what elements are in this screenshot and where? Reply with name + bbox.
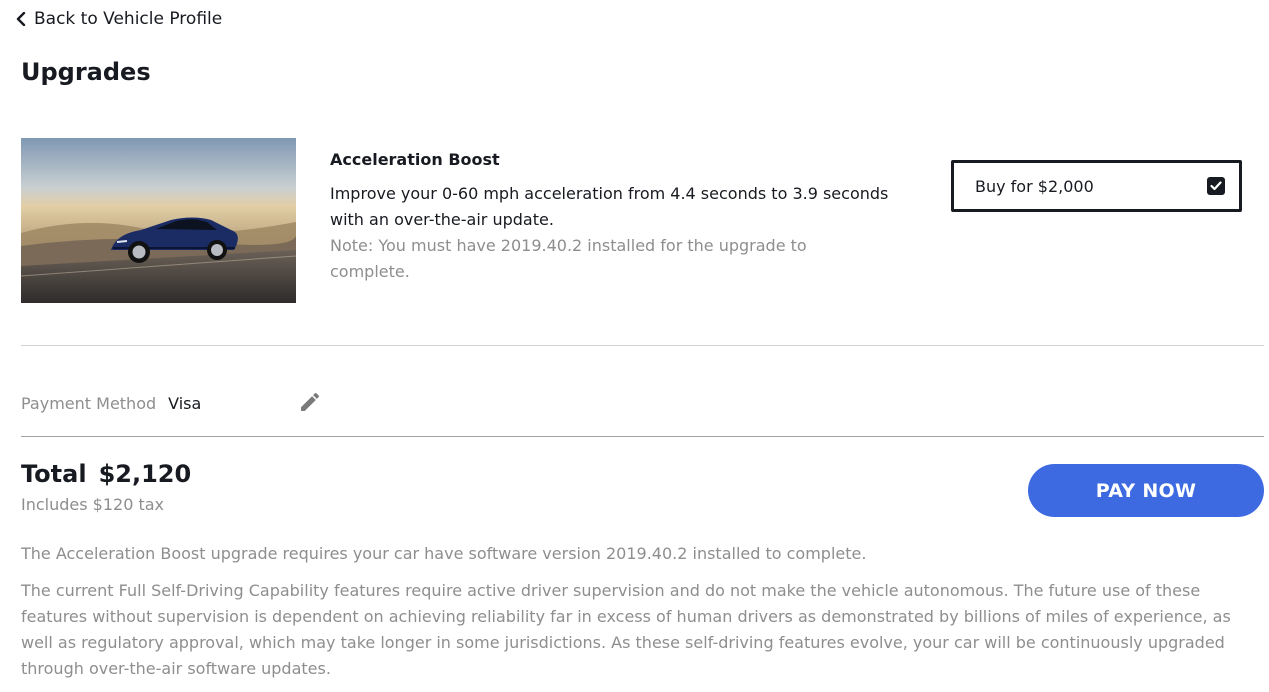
car-image [21, 138, 296, 303]
tax-note: Includes $120 tax [21, 495, 165, 514]
payment-method-row: Payment Method Visa [21, 390, 201, 416]
upgrade-name: Acceleration Boost [330, 150, 500, 169]
section-divider [21, 436, 1264, 437]
total-row: Total $2,120 [21, 460, 191, 488]
buy-upgrade-toggle[interactable]: Buy for $2,000 [951, 160, 1242, 212]
chevron-left-icon [16, 12, 26, 26]
page-title: Upgrades [21, 58, 151, 86]
pencil-icon[interactable] [298, 390, 322, 414]
buy-price-label: Buy for $2,000 [975, 176, 1094, 196]
upgrade-description: Improve your 0-60 mph acceleration from … [330, 184, 889, 229]
checkbox-checked-icon[interactable] [1207, 177, 1225, 195]
payment-method-label: Payment Method [21, 393, 157, 413]
total-label: Total [21, 460, 87, 488]
payment-method-value: Visa [168, 393, 202, 413]
upgrade-details: Acceleration Boost Improve your 0-60 mph… [330, 148, 890, 285]
back-link-label: Back to Vehicle Profile [34, 9, 223, 29]
total-amount: $2,120 [98, 460, 192, 488]
section-divider [21, 345, 1264, 346]
back-to-vehicle-profile-link[interactable]: Back to Vehicle Profile [16, 9, 222, 29]
pay-now-button[interactable]: PAY NOW [1028, 464, 1264, 517]
software-requirement-note: The Acceleration Boost upgrade requires … [21, 544, 867, 563]
upgrade-note: Note: You must have 2019.40.2 installed … [330, 236, 807, 281]
fsd-disclaimer: The current Full Self-Driving Capability… [21, 581, 1231, 678]
